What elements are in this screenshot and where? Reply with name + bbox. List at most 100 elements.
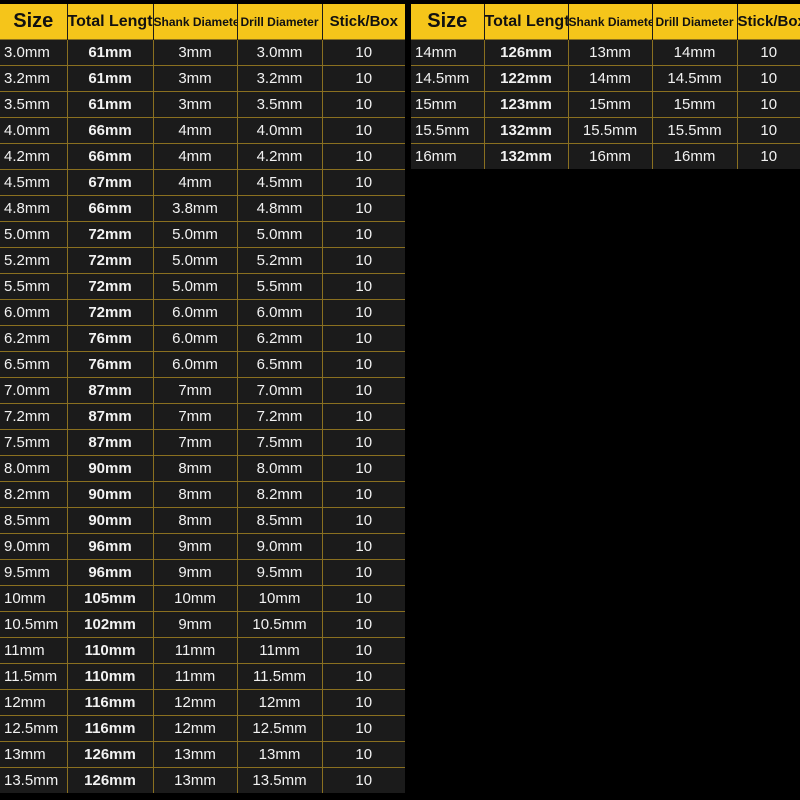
drill-diameter-cell: 8.5mm: [237, 507, 323, 534]
total-length-cell: 61mm: [67, 65, 154, 92]
size-cell: 5.2mm: [0, 247, 68, 274]
size-cell: 4.8mm: [0, 195, 68, 222]
stick-box-cell: 10: [322, 637, 405, 664]
drill-diameter-cell: 4.8mm: [237, 195, 323, 222]
stick-box-cell: 10: [322, 481, 405, 508]
stick-box-cell: 10: [322, 715, 405, 742]
drill-diameter-cell: 4.5mm: [237, 169, 323, 196]
stick-box-cell: 10: [322, 559, 405, 586]
total-length-cell: 76mm: [67, 325, 154, 352]
stick-box-cell: 10: [737, 65, 800, 92]
total-length-cell: 90mm: [67, 455, 154, 482]
size-cell: 13mm: [0, 741, 68, 768]
shank-diameter-cell: 6.0mm: [153, 299, 238, 326]
drill-diameter-cell: 5.2mm: [237, 247, 323, 274]
total-length-cell: 61mm: [67, 91, 154, 118]
header-drill-diameter: Drill Diameter: [237, 4, 323, 40]
shank-diameter-cell: 4mm: [153, 117, 238, 144]
drill-diameter-cell: 9.5mm: [237, 559, 323, 586]
shank-diameter-cell: 9mm: [153, 559, 238, 586]
stick-box-cell: 10: [737, 117, 800, 144]
shank-diameter-cell: 3mm: [153, 91, 238, 118]
size-cell: 8.0mm: [0, 455, 68, 482]
size-cell: 7.0mm: [0, 377, 68, 404]
total-length-cell: 76mm: [67, 351, 154, 378]
total-length-cell: 110mm: [67, 637, 154, 664]
shank-diameter-cell: 7mm: [153, 377, 238, 404]
shank-diameter-cell: 6.0mm: [153, 351, 238, 378]
drill-diameter-cell: 3.5mm: [237, 91, 323, 118]
shank-diameter-cell: 15mm: [568, 91, 653, 118]
stick-box-cell: 10: [322, 585, 405, 612]
drill-diameter-cell: 15mm: [652, 91, 738, 118]
total-length-cell: 126mm: [67, 741, 154, 768]
stick-box-cell: 10: [322, 273, 405, 300]
table-row: 8.0mm 90mm 8mm 8.0mm 10: [0, 455, 405, 482]
drill-diameter-cell: 7.2mm: [237, 403, 323, 430]
stick-box-cell: 10: [322, 325, 405, 352]
table-row: 10.5mm 102mm 9mm 10.5mm 10: [0, 611, 405, 638]
shank-diameter-cell: 11mm: [153, 663, 238, 690]
shank-diameter-cell: 6.0mm: [153, 325, 238, 352]
shank-diameter-cell: 12mm: [153, 715, 238, 742]
size-cell: 3.0mm: [0, 39, 68, 66]
drill-diameter-cell: 10.5mm: [237, 611, 323, 638]
stick-box-cell: 10: [322, 611, 405, 638]
total-length-cell: 72mm: [67, 221, 154, 248]
total-length-cell: 87mm: [67, 429, 154, 456]
size-cell: 5.5mm: [0, 273, 68, 300]
table-row: 4.5mm 67mm 4mm 4.5mm 10: [0, 169, 405, 196]
total-length-cell: 96mm: [67, 559, 154, 586]
header-total-length: Total Length: [484, 4, 569, 40]
header-size: Size: [411, 4, 485, 40]
shank-diameter-cell: 16mm: [568, 143, 653, 169]
table-row: 12mm 116mm 12mm 12mm 10: [0, 689, 405, 716]
table-row: 8.5mm 90mm 8mm 8.5mm 10: [0, 507, 405, 534]
total-length-cell: 66mm: [67, 195, 154, 222]
total-length-cell: 126mm: [67, 767, 154, 793]
stick-box-cell: 10: [322, 741, 405, 768]
shank-diameter-cell: 8mm: [153, 481, 238, 508]
size-cell: 9.0mm: [0, 533, 68, 560]
table-row: 3.2mm 61mm 3mm 3.2mm 10: [0, 65, 405, 92]
shank-diameter-cell: 14mm: [568, 65, 653, 92]
total-length-cell: 132mm: [484, 117, 569, 144]
spec-table-right: Size Total Length Shank Diameter Drill D…: [411, 4, 800, 169]
table-row: 6.0mm 72mm 6.0mm 6.0mm 10: [0, 299, 405, 326]
drill-diameter-cell: 6.2mm: [237, 325, 323, 352]
header-drill-diameter: Drill Diameter: [652, 4, 738, 40]
size-cell: 8.5mm: [0, 507, 68, 534]
spec-table-left: Size Total Length Shank Diameter Drill D…: [0, 4, 405, 793]
size-cell: 16mm: [411, 143, 485, 169]
shank-diameter-cell: 8mm: [153, 507, 238, 534]
total-length-cell: 96mm: [67, 533, 154, 560]
total-length-cell: 66mm: [67, 143, 154, 170]
drill-diameter-cell: 11mm: [237, 637, 323, 664]
stick-box-cell: 10: [322, 221, 405, 248]
size-cell: 15mm: [411, 91, 485, 118]
stick-box-cell: 10: [737, 39, 800, 66]
header-size: Size: [0, 4, 68, 40]
stick-box-cell: 10: [322, 351, 405, 378]
shank-diameter-cell: 11mm: [153, 637, 238, 664]
total-length-cell: 67mm: [67, 169, 154, 196]
drill-diameter-cell: 13.5mm: [237, 767, 323, 793]
drill-diameter-cell: 12mm: [237, 689, 323, 716]
size-cell: 4.5mm: [0, 169, 68, 196]
size-cell: 4.0mm: [0, 117, 68, 144]
total-length-cell: 116mm: [67, 689, 154, 716]
shank-diameter-cell: 5.0mm: [153, 247, 238, 274]
total-length-cell: 72mm: [67, 247, 154, 274]
total-length-cell: 123mm: [484, 91, 569, 118]
table-row: 8.2mm 90mm 8mm 8.2mm 10: [0, 481, 405, 508]
table-row: 4.2mm 66mm 4mm 4.2mm 10: [0, 143, 405, 170]
drill-diameter-cell: 7.0mm: [237, 377, 323, 404]
stick-box-cell: 10: [322, 117, 405, 144]
size-cell: 4.2mm: [0, 143, 68, 170]
stick-box-cell: 10: [322, 533, 405, 560]
stick-box-cell: 10: [322, 143, 405, 170]
table-row: 3.0mm 61mm 3mm 3.0mm 10: [0, 39, 405, 66]
size-cell: 3.5mm: [0, 91, 68, 118]
total-length-cell: 87mm: [67, 377, 154, 404]
drill-diameter-cell: 5.0mm: [237, 221, 323, 248]
